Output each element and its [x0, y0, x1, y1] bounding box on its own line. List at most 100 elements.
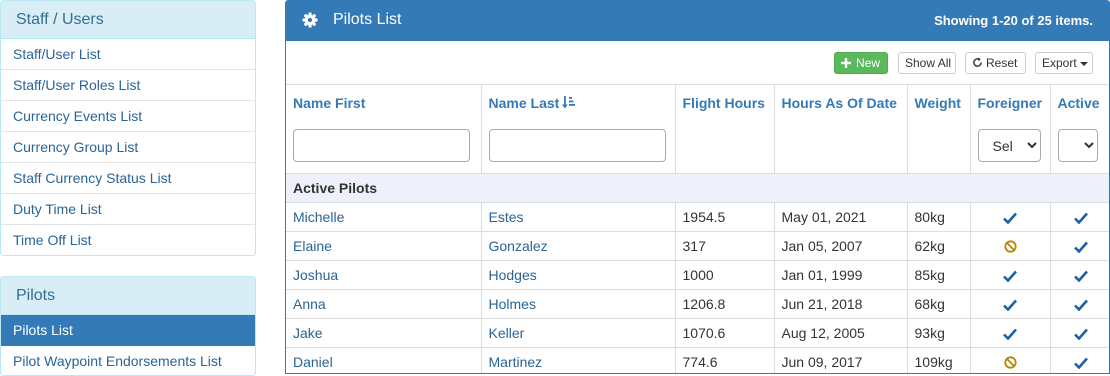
cell-flight-hours: 1000: [675, 260, 775, 290]
column-header-name-first[interactable]: Name First: [286, 85, 482, 174]
name-first-filter-input[interactable]: [293, 129, 470, 162]
cell-active: [1050, 347, 1109, 373]
sidebar-item-pilots-list[interactable]: Pilots List: [1, 315, 255, 346]
foreigner-filter-select[interactable]: Sel: [977, 129, 1041, 162]
check-icon: [1073, 241, 1088, 253]
cell-name-last[interactable]: Gonzalez: [481, 231, 676, 261]
cell-weight: 80kg: [907, 202, 971, 232]
column-header-hours-as-of-date[interactable]: Hours As Of Date: [774, 85, 908, 174]
sidebar-item-time-off-list[interactable]: Time Off List: [1, 225, 255, 255]
cell-active: [1050, 260, 1109, 290]
reset-button-label: Reset: [986, 56, 1018, 70]
cell-name-first[interactable]: Joshua: [286, 260, 482, 290]
caret-down-icon: [1079, 61, 1088, 66]
table-row: Elaine Gonzalez 317 Jan 05, 2007 62kg: [286, 231, 1109, 261]
column-header-foreigner[interactable]: Foreigner Sel: [970, 85, 1051, 174]
table-row: Anna Holmes 1206.8 Jun 21, 2018 68kg: [286, 289, 1109, 319]
check-icon: [1003, 212, 1017, 224]
cell-hours-as-of-date: May 01, 2021: [774, 202, 908, 232]
panel-header: Pilots List Showing 1-20 of 25 items.: [286, 1, 1109, 41]
sidebar-item-pilot-waypoint-endorsements-list[interactable]: Pilot Waypoint Endorsements List: [1, 346, 255, 375]
column-header-weight[interactable]: Weight: [907, 85, 971, 174]
cell-flight-hours: 774.6: [675, 347, 775, 373]
column-label-name-last: Name Last: [488, 95, 560, 111]
column-label-hours-as-of-date: Hours As Of Date: [781, 95, 897, 111]
name-last-filter-input[interactable]: [488, 129, 666, 162]
pilots-panel-title: Pilots: [1, 277, 255, 315]
check-icon: [1073, 270, 1088, 282]
cell-weight: 68kg: [907, 289, 971, 319]
new-button-label: New: [856, 56, 881, 70]
cell-active: [1050, 202, 1109, 232]
cell-name-first[interactable]: Anna: [286, 289, 482, 319]
column-header-name-last[interactable]: Name Last: [481, 85, 676, 174]
pilots-table: Name First Name Last Flight Hours Hours …: [286, 85, 1109, 373]
column-label-flight-hours: Flight Hours: [682, 95, 765, 111]
cell-hours-as-of-date: Jun 09, 2017: [774, 347, 908, 373]
cell-flight-hours: 1954.5: [675, 202, 775, 232]
column-label-weight: Weight: [914, 95, 961, 111]
pagination-summary: Showing 1-20 of 25 items.: [934, 13, 1093, 28]
export-button-label: Export: [1042, 56, 1077, 70]
sidebar-item-currency-events-list[interactable]: Currency Events List: [1, 101, 255, 132]
cell-hours-as-of-date: Aug 12, 2005: [774, 318, 908, 348]
cell-active: [1050, 231, 1109, 261]
cell-foreigner: [970, 202, 1051, 232]
cell-name-last[interactable]: Estes: [481, 202, 676, 232]
cell-name-first[interactable]: Jake: [286, 318, 482, 348]
sidebar-item-currency-group-list[interactable]: Currency Group List: [1, 132, 255, 163]
column-header-flight-hours[interactable]: Flight Hours: [675, 85, 775, 174]
cell-foreigner: [970, 231, 1051, 261]
cell-hours-as-of-date: Jun 21, 2018: [774, 289, 908, 319]
check-icon: [1003, 328, 1017, 340]
cell-name-last[interactable]: Hodges: [481, 260, 676, 290]
sidebar-item-duty-time-list[interactable]: Duty Time List: [1, 194, 255, 225]
cell-weight: 93kg: [907, 318, 971, 348]
check-icon: [1073, 357, 1088, 369]
export-dropdown-button[interactable]: Export: [1035, 52, 1093, 74]
page-title: Pilots List: [333, 11, 402, 28]
group-label: Active Pilots: [286, 173, 1109, 203]
sidebar-item-staff-user-list[interactable]: Staff/User List: [1, 39, 255, 70]
check-icon: [1073, 299, 1088, 311]
cell-name-first[interactable]: Elaine: [286, 231, 482, 261]
column-label-name-first: Name First: [293, 95, 366, 111]
check-icon: [1073, 328, 1088, 340]
cell-name-first[interactable]: Michelle: [286, 202, 482, 232]
new-button[interactable]: New: [834, 52, 888, 74]
cell-foreigner: [970, 347, 1051, 373]
pilots-panel: Pilots Pilots List Pilot Waypoint Endors…: [0, 276, 256, 376]
cell-foreigner: [970, 260, 1051, 290]
cell-hours-as-of-date: Jan 01, 1999: [774, 260, 908, 290]
table-row: Jake Keller 1070.6 Aug 12, 2005 93kg: [286, 318, 1109, 348]
cell-weight: 109kg: [907, 347, 971, 373]
cell-flight-hours: 1206.8: [675, 289, 775, 319]
cell-name-first[interactable]: Daniel: [286, 347, 482, 373]
active-filter-select[interactable]: [1057, 129, 1098, 162]
toolbar: New Show All Reset Export: [286, 41, 1109, 85]
sidebar-item-staff-currency-status-list[interactable]: Staff Currency Status List: [1, 163, 255, 194]
cell-weight: 85kg: [907, 260, 971, 290]
cell-flight-hours: 1070.6: [675, 318, 775, 348]
cell-foreigner: [970, 318, 1051, 348]
cell-hours-as-of-date: Jan 05, 2007: [774, 231, 908, 261]
cell-name-last[interactable]: Martinez: [481, 347, 676, 373]
sidebar-item-staff-user-roles-list[interactable]: Staff/User Roles List: [1, 70, 255, 101]
show-all-button[interactable]: Show All: [898, 52, 956, 74]
column-header-active[interactable]: Active: [1050, 85, 1109, 174]
refresh-icon: [973, 57, 982, 67]
cell-weight: 62kg: [907, 231, 971, 261]
column-label-active: Active: [1057, 95, 1100, 111]
table-row: Joshua Hodges 1000 Jan 01, 1999 85kg: [286, 260, 1109, 290]
cell-flight-hours: 317: [675, 231, 775, 261]
reset-button[interactable]: Reset: [965, 52, 1026, 74]
check-icon: [1073, 212, 1088, 224]
gear-icon: [302, 12, 318, 28]
cell-name-last[interactable]: Keller: [481, 318, 676, 348]
ban-icon: [1003, 240, 1017, 253]
cell-active: [1050, 289, 1109, 319]
table-row: Michelle Estes 1954.5 May 01, 2021 80kg: [286, 202, 1109, 232]
check-icon: [1003, 299, 1017, 311]
cell-active: [1050, 318, 1109, 348]
cell-name-last[interactable]: Holmes: [481, 289, 676, 319]
